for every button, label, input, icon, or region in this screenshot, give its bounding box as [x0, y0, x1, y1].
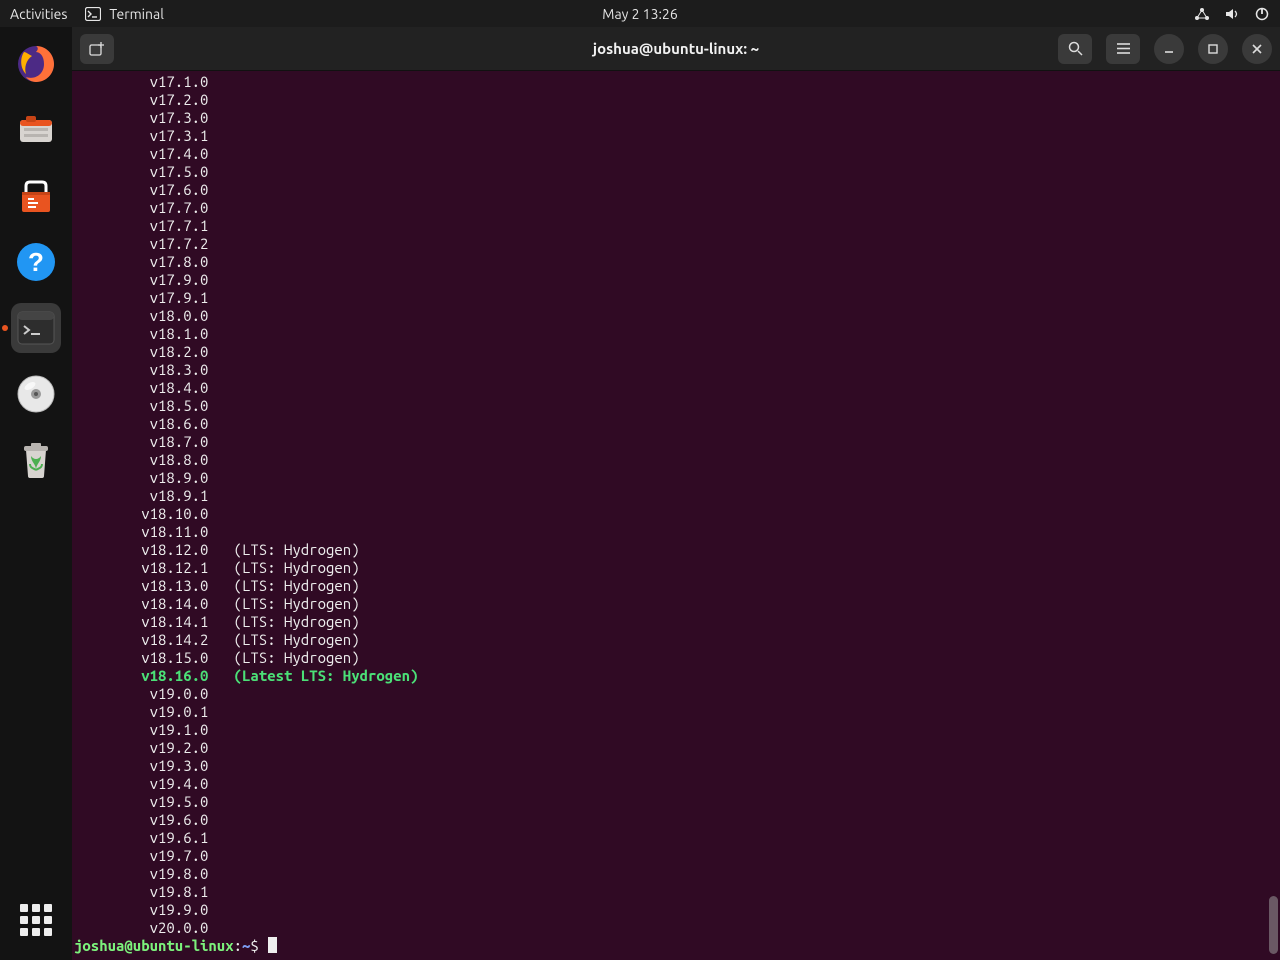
terminal-body[interactable]: v17.1.0 v17.2.0 v17.3.0 v17.3.1 v17.4.0 … [72, 71, 1280, 960]
version-line: v18.15.0 (LTS: Hydrogen) [74, 649, 1280, 667]
version-line: v20.0.0 [74, 919, 1280, 937]
close-button[interactable] [1242, 34, 1272, 64]
power-icon[interactable] [1254, 6, 1270, 22]
clock[interactable]: May 2 13:26 [602, 6, 677, 22]
version-line: v19.1.0 [74, 721, 1280, 739]
version-line: v19.4.0 [74, 775, 1280, 793]
version-line: v19.5.0 [74, 793, 1280, 811]
new-tab-button[interactable] [80, 34, 114, 64]
dock-trash[interactable] [11, 435, 61, 485]
version-line: v18.5.0 [74, 397, 1280, 415]
version-line: v18.14.1 (LTS: Hydrogen) [74, 613, 1280, 631]
dock-help[interactable]: ? [11, 237, 61, 287]
activities-button[interactable]: Activities [10, 6, 67, 22]
minimize-icon [1163, 43, 1175, 55]
app-indicator-label: Terminal [109, 6, 164, 22]
version-line: v17.7.1 [74, 217, 1280, 235]
version-line: v18.9.0 [74, 469, 1280, 487]
version-line: v18.10.0 [74, 505, 1280, 523]
version-line: v19.8.1 [74, 883, 1280, 901]
version-line: v17.5.0 [74, 163, 1280, 181]
version-line: v17.9.0 [74, 271, 1280, 289]
menu-button[interactable] [1106, 34, 1140, 64]
version-line: v18.6.0 [74, 415, 1280, 433]
version-line: v18.11.0 [74, 523, 1280, 541]
svg-text:?: ? [28, 247, 44, 277]
version-line: v18.14.0 (LTS: Hydrogen) [74, 595, 1280, 613]
version-line: v18.7.0 [74, 433, 1280, 451]
volume-icon[interactable] [1224, 7, 1240, 21]
version-line: v18.14.2 (LTS: Hydrogen) [74, 631, 1280, 649]
terminal-icon [16, 310, 56, 346]
network-icon[interactable] [1194, 7, 1210, 21]
terminal-output: v17.1.0 v17.2.0 v17.3.0 v17.3.1 v17.4.0 … [74, 73, 1280, 937]
version-line: v19.0.0 [74, 685, 1280, 703]
trash-icon [16, 438, 56, 482]
gnome-top-bar: Activities Terminal May 2 13:26 [0, 0, 1280, 27]
new-tab-icon [89, 42, 105, 56]
show-applications-button[interactable] [20, 904, 52, 936]
version-line: v18.13.0 (LTS: Hydrogen) [74, 577, 1280, 595]
dock-terminal[interactable] [11, 303, 61, 353]
scrollbar-thumb[interactable] [1269, 896, 1278, 954]
version-line: v18.4.0 [74, 379, 1280, 397]
disc-icon [14, 372, 58, 416]
dock-disc[interactable] [11, 369, 61, 419]
firefox-icon [14, 42, 58, 86]
window-titlebar: joshua@ubuntu-linux: ~ [72, 27, 1280, 71]
version-line: v17.4.0 [74, 145, 1280, 163]
search-button[interactable] [1058, 34, 1092, 64]
version-line: v18.8.0 [74, 451, 1280, 469]
version-line: v19.2.0 [74, 739, 1280, 757]
version-line: v17.3.1 [74, 127, 1280, 145]
files-icon [14, 108, 58, 152]
minimize-button[interactable] [1154, 34, 1184, 64]
app-indicator-terminal[interactable]: Terminal [85, 6, 164, 22]
version-line: v18.12.0 (LTS: Hydrogen) [74, 541, 1280, 559]
version-line: v17.1.0 [74, 73, 1280, 91]
version-line: v18.3.0 [74, 361, 1280, 379]
version-line: v18.2.0 [74, 343, 1280, 361]
terminal-window: joshua@ubuntu-linux: ~ v17.1.0 v17.2.0 v [72, 27, 1280, 960]
dock-firefox[interactable] [11, 39, 61, 89]
search-icon [1068, 41, 1083, 56]
hamburger-icon [1116, 42, 1131, 55]
version-line: v18.9.1 [74, 487, 1280, 505]
maximize-button[interactable] [1198, 34, 1228, 64]
close-icon [1251, 43, 1263, 55]
version-line: v17.2.0 [74, 91, 1280, 109]
version-line: v17.7.2 [74, 235, 1280, 253]
version-line: v17.9.1 [74, 289, 1280, 307]
version-line: v17.7.0 [74, 199, 1280, 217]
window-title: joshua@ubuntu-linux: ~ [593, 40, 759, 57]
maximize-icon [1207, 43, 1219, 55]
help-icon: ? [14, 240, 58, 284]
version-line: v19.7.0 [74, 847, 1280, 865]
version-line: v17.3.0 [74, 109, 1280, 127]
dock-software[interactable] [11, 171, 61, 221]
version-line: v18.16.0 (Latest LTS: Hydrogen) [74, 667, 1280, 685]
running-indicator [2, 325, 8, 331]
version-line: v19.8.0 [74, 865, 1280, 883]
dock-files[interactable] [11, 105, 61, 155]
version-line: v18.12.1 (LTS: Hydrogen) [74, 559, 1280, 577]
version-line: v17.8.0 [74, 253, 1280, 271]
version-line: v18.0.0 [74, 307, 1280, 325]
dock: ? [0, 27, 72, 960]
version-line: v19.3.0 [74, 757, 1280, 775]
version-line: v18.1.0 [74, 325, 1280, 343]
version-line: v19.9.0 [74, 901, 1280, 919]
terminal-small-icon [85, 7, 101, 21]
version-line: v19.0.1 [74, 703, 1280, 721]
version-line: v19.6.1 [74, 829, 1280, 847]
version-line: v17.6.0 [74, 181, 1280, 199]
version-line: v19.6.0 [74, 811, 1280, 829]
software-icon [14, 174, 58, 218]
prompt-line: joshua@ubuntu-linux:~$ [74, 937, 1280, 955]
cursor [268, 937, 277, 953]
